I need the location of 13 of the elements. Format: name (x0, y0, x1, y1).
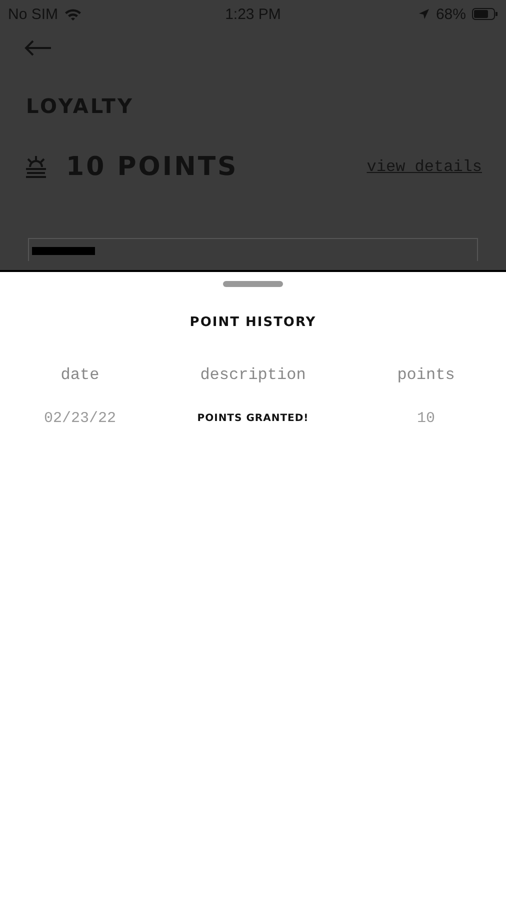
column-header: points (397, 366, 455, 384)
back-arrow-icon[interactable] (24, 40, 52, 56)
wifi-icon (64, 8, 82, 20)
column-header: date (60, 366, 100, 384)
drag-handle[interactable] (223, 281, 283, 287)
table-cell: 02/23/22 (44, 410, 116, 427)
sheet-title: POINT HISTORY (188, 315, 318, 330)
battery-icon (472, 8, 498, 20)
table-cell: POINTS GRANTED! (197, 413, 309, 424)
table-cell: 10 (416, 410, 435, 427)
column-header: description (200, 366, 306, 384)
location-arrow-icon (418, 8, 430, 20)
sunrise-bars-icon (24, 155, 48, 179)
